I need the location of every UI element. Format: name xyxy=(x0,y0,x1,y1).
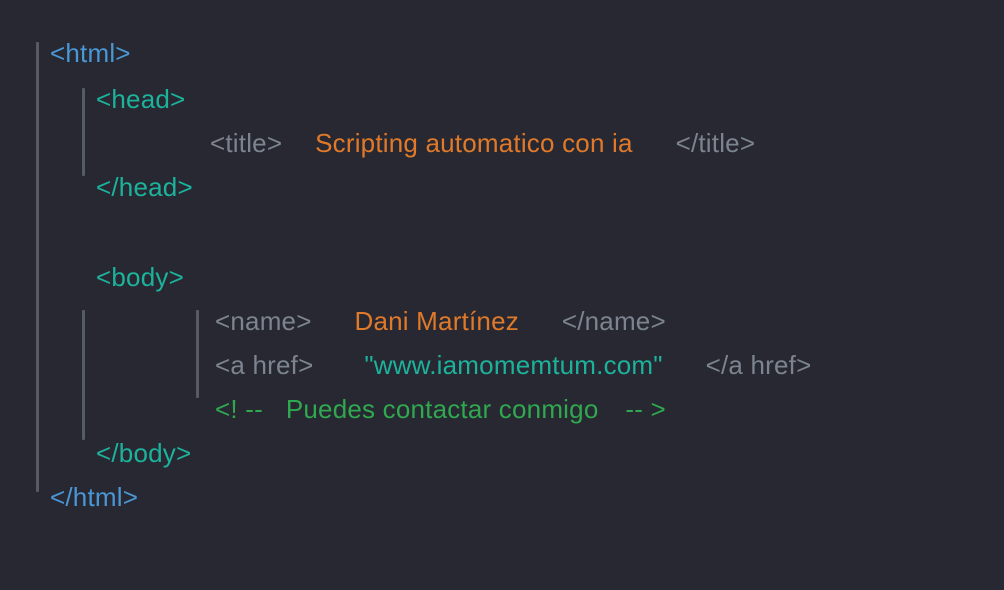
code-line: <title> Scripting automatico con ia </ti… xyxy=(210,128,755,159)
code-line: <a href> "www.iamomemtum.com" </a href> xyxy=(215,350,812,381)
comment-text: Puedes contactar conmigo xyxy=(286,394,599,424)
comment-close: -- > xyxy=(625,394,666,424)
indent-guide xyxy=(82,88,85,176)
tag-name-close: </name> xyxy=(562,306,666,336)
code-line: <head> xyxy=(96,84,185,115)
comment-open: <! -- xyxy=(215,394,263,424)
code-line: </head> xyxy=(96,172,193,203)
tag-a-close: </a href> xyxy=(706,350,812,380)
code-canvas: <html> <head> <title> Scripting automati… xyxy=(0,0,1004,590)
tag-name-open: <name> xyxy=(215,306,312,336)
tag-title-close: </title> xyxy=(676,128,756,158)
indent-guide xyxy=(82,310,85,440)
code-line: <html> xyxy=(50,38,131,69)
code-line: </html> xyxy=(50,482,138,513)
tag-body-close: </body> xyxy=(96,438,191,468)
tag-title-open: <title> xyxy=(210,128,282,158)
tag-body-open: <body> xyxy=(96,262,184,292)
code-line: <! -- Puedes contactar conmigo -- > xyxy=(215,394,666,425)
code-line: <body> xyxy=(96,262,184,293)
title-text: Scripting automatico con ia xyxy=(315,128,633,158)
code-line: <name> Dani Martínez </name> xyxy=(215,306,666,337)
code-line: </body> xyxy=(96,438,191,469)
tag-a-open: <a href> xyxy=(215,350,313,380)
tag-html-open: <html> xyxy=(50,38,131,68)
name-text: Dani Martínez xyxy=(354,306,518,336)
indent-guide xyxy=(36,42,39,492)
tag-head-open: <head> xyxy=(96,84,185,114)
tag-head-close: </head> xyxy=(96,172,193,202)
indent-guide xyxy=(196,310,199,398)
tag-html-close: </html> xyxy=(50,482,138,512)
href-text: "www.iamomemtum.com" xyxy=(364,350,662,380)
